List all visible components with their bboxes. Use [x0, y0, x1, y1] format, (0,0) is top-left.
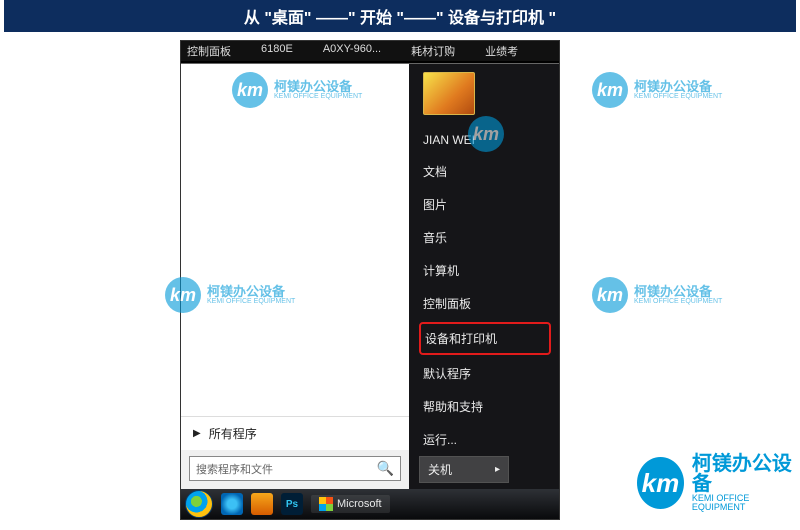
start-menu-right: JIAN WEI 文档 图片 音乐 计算机 控制面板 设备和打印机 默认程序 帮… [409, 64, 559, 491]
all-programs-button[interactable]: ▶ 所有程序 [181, 416, 409, 450]
taskbar: Ps Microsoft [181, 489, 559, 519]
taskbar-task-label: Microsoft [337, 498, 382, 510]
menu-item-help[interactable]: 帮助和支持 [419, 390, 551, 423]
watermark: km柯镁办公设备KEMI OFFICE EQUIPMENT [592, 277, 722, 313]
taskbar-ie-icon[interactable] [221, 493, 243, 515]
menu-item-computer[interactable]: 计算机 [419, 254, 551, 287]
microsoft-logo-icon [319, 497, 333, 511]
taskbar-outlook-icon[interactable] [251, 493, 273, 515]
start-button[interactable] [185, 490, 213, 518]
taskbar-task-button[interactable]: Microsoft [311, 495, 390, 513]
menu-item-pictures[interactable]: 图片 [419, 188, 551, 221]
start-search-container: 搜索程序和文件 🔍 [181, 450, 409, 491]
username-label[interactable]: JIAN WEI [419, 125, 551, 155]
user-avatar[interactable] [423, 72, 475, 115]
menu-item-devices-printers[interactable]: 设备和打印机 [419, 322, 551, 355]
desktop-icon[interactable]: 控制面板 [187, 43, 231, 59]
desktop-icon-row: 控制面板 6180E A0XY-960... 耗材订购 业绩考 [181, 41, 559, 61]
desktop-icon[interactable]: 6180E [261, 43, 293, 59]
taskbar-photoshop-icon[interactable]: Ps [281, 493, 303, 515]
menu-item-run[interactable]: 运行... [419, 423, 551, 456]
triangle-right-icon: ▶ [193, 428, 201, 439]
desktop-icon[interactable]: A0XY-960... [323, 43, 381, 59]
shutdown-button[interactable]: 关机 ▸ [419, 456, 509, 483]
chevron-right-icon: ▸ [495, 464, 500, 475]
km-logo-icon: km [592, 277, 628, 313]
windows-screenshot: 控制面板 6180E A0XY-960... 耗材订购 业绩考 ▶ 所有程序 搜… [180, 40, 560, 520]
menu-item-default-programs[interactable]: 默认程序 [419, 357, 551, 390]
watermark: km柯镁办公设备KEMI OFFICE EQUIPMENT [592, 72, 722, 108]
instruction-title: 从 "桌面" ——" 开始 "——" 设备与打印机 " [4, 0, 796, 32]
km-logo-icon: km [592, 72, 628, 108]
brand-logo: km柯镁办公设备KEMI OFFICE EQUIPMENT [637, 454, 800, 512]
start-menu-programs-area [181, 64, 409, 416]
all-programs-label: 所有程序 [209, 425, 257, 442]
search-icon: 🔍 [377, 460, 394, 477]
desktop-icon[interactable]: 耗材订购 [411, 43, 455, 59]
start-menu: ▶ 所有程序 搜索程序和文件 🔍 JIAN WEI 文档 图片 音乐 计算机 控… [181, 63, 559, 491]
start-menu-left: ▶ 所有程序 搜索程序和文件 🔍 [181, 64, 409, 491]
search-placeholder: 搜索程序和文件 [196, 461, 273, 477]
desktop-icon[interactable]: 业绩考 [485, 43, 518, 59]
shutdown-label: 关机 [428, 461, 452, 478]
menu-item-controlpanel[interactable]: 控制面板 [419, 287, 551, 320]
search-input[interactable]: 搜索程序和文件 🔍 [189, 456, 401, 481]
km-logo-icon: km [637, 457, 684, 509]
menu-item-music[interactable]: 音乐 [419, 221, 551, 254]
menu-item-documents[interactable]: 文档 [419, 155, 551, 188]
